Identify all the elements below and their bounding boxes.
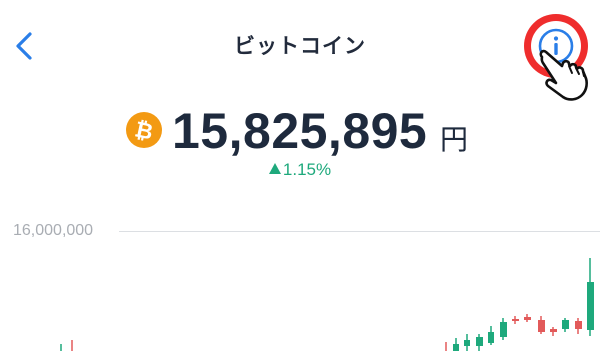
price-chart[interactable]: 16,000,000: [0, 210, 600, 351]
candlestick-series: [60, 258, 594, 351]
price-unit: 円: [440, 123, 469, 156]
price-value: 15,825,895: [172, 103, 428, 159]
price-row: ₿ 15,825,895 円: [0, 103, 600, 160]
page-title: ビットコイン: [234, 34, 366, 58]
price-change-value: 1.15%: [282, 160, 332, 179]
coin-detail-screen: ビットコイン ₿ 15,825,895 円 1.15% 16,000,000: [0, 0, 600, 351]
price-change: 1.15%: [0, 160, 600, 180]
bitcoin-icon: ₿: [126, 112, 162, 148]
pointing-hand-icon: [539, 49, 588, 101]
up-triangle-icon: [268, 163, 281, 174]
